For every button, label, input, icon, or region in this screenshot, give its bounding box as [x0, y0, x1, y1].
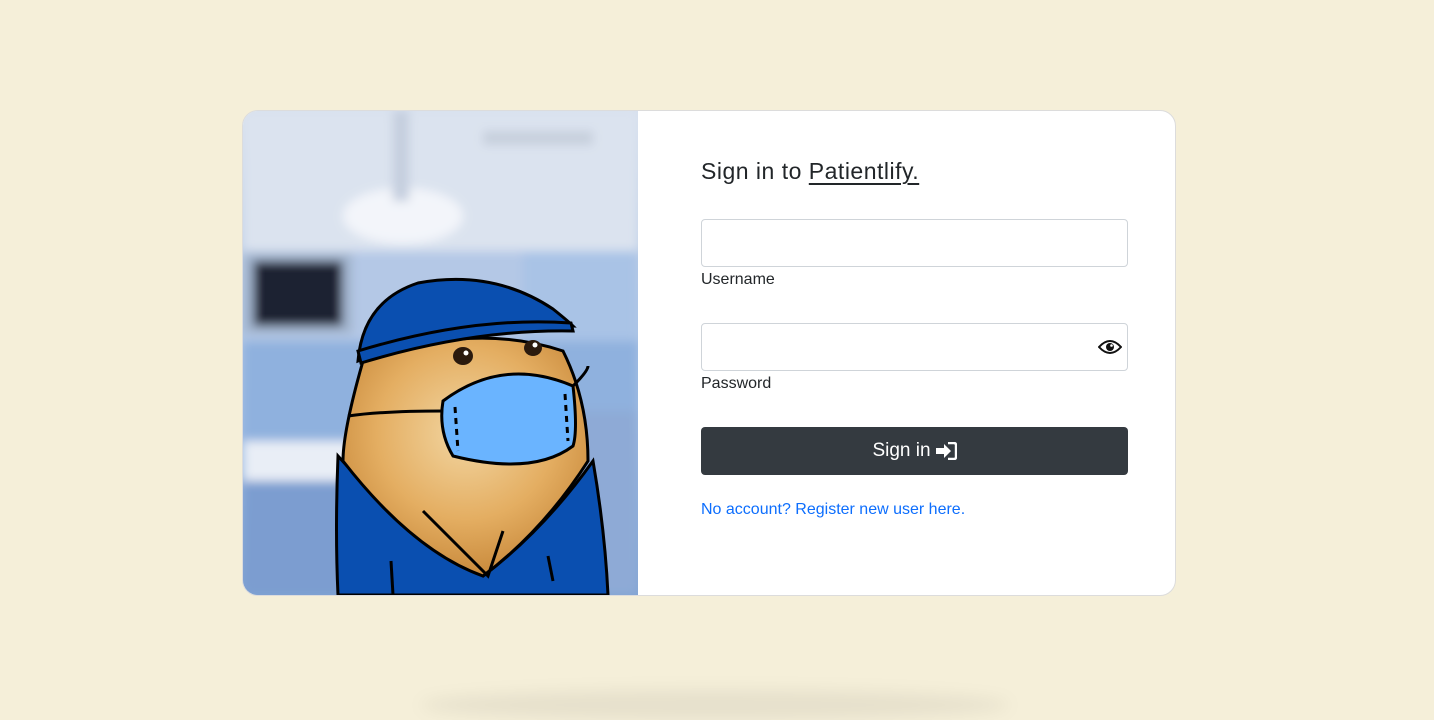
- password-label: Password: [701, 375, 772, 392]
- sign-in-icon: [935, 442, 957, 460]
- doctor-dog-illustration: [243, 111, 638, 595]
- password-input[interactable]: [701, 323, 1128, 371]
- signin-label: Sign in: [872, 440, 931, 461]
- eye-icon: [1098, 340, 1122, 354]
- page-title: Sign in to Patientlify.: [701, 158, 919, 185]
- title-prefix: Sign in to: [701, 158, 802, 184]
- login-card: Sign in to Patientlify. Username Passwor…: [242, 110, 1176, 596]
- login-form: Sign in to Patientlify. Username Passwor…: [638, 111, 1175, 595]
- footer-shadow: [420, 690, 1010, 720]
- hero-image: [243, 111, 638, 595]
- show-password-button[interactable]: [1098, 335, 1122, 359]
- username-label: Username: [701, 271, 775, 288]
- register-link[interactable]: No account? Register new user here.: [701, 501, 965, 519]
- signin-button[interactable]: Sign in: [701, 427, 1128, 475]
- username-input[interactable]: [701, 219, 1128, 267]
- brand-link[interactable]: Patientlify.: [809, 158, 919, 184]
